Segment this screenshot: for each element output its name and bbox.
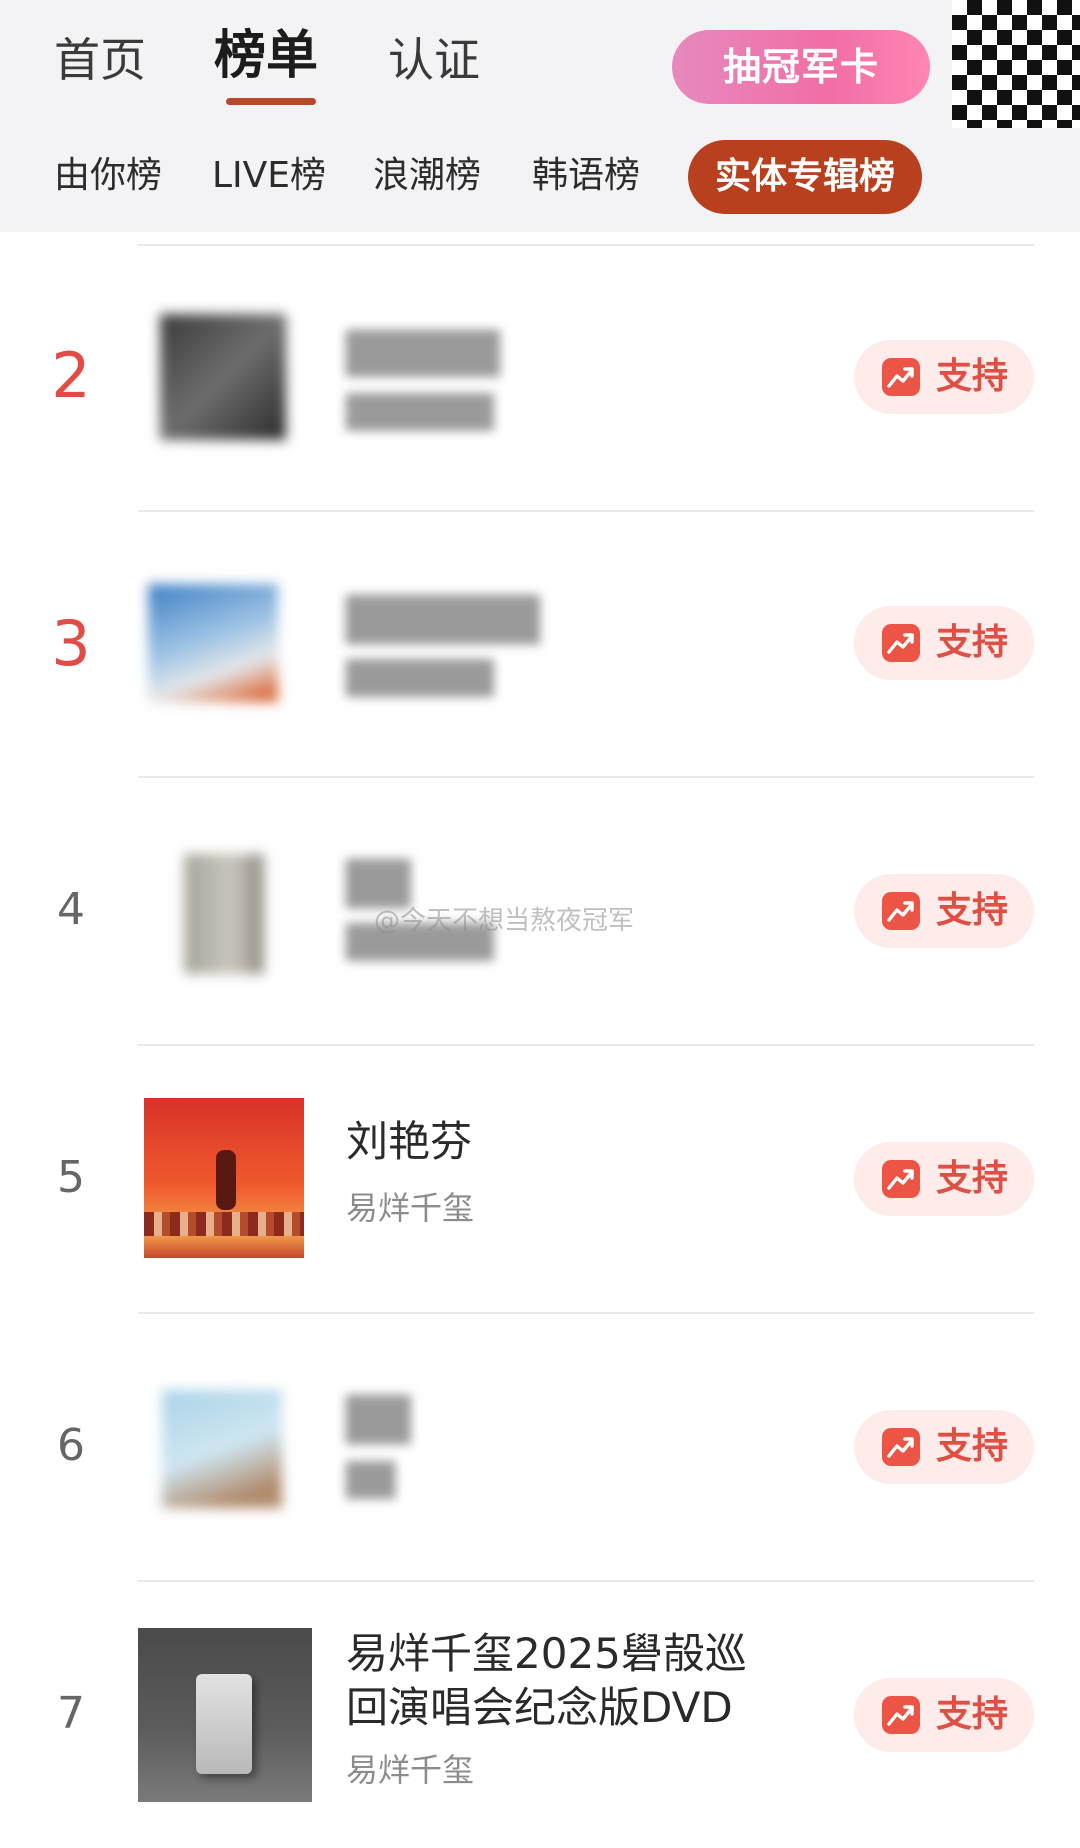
tab-charts[interactable]: 榜单 (214, 26, 318, 86)
trend-up-icon (882, 358, 920, 396)
rank-number: 3 (51, 607, 91, 680)
trend-up-icon (882, 1160, 920, 1198)
trend-up-icon (882, 624, 920, 662)
subtab-youni-chart[interactable]: 由你榜 (54, 150, 162, 202)
trend-up-icon (882, 1696, 920, 1734)
subtab-wave-chart[interactable]: 浪潮榜 (373, 150, 481, 202)
chart-row[interactable]: 7 易烊千玺2025礐㱿巡 回演唱会纪念版DVD 易烊千玺 支持 (0, 1582, 1080, 1848)
album-cover[interactable] (148, 584, 278, 702)
subtab-physical-album-chart[interactable]: 实体专辑榜 (688, 140, 922, 214)
album-title: ██ (346, 859, 411, 908)
chart-row[interactable]: 3 ██████ ██████ 支持 (0, 512, 1080, 778)
trend-up-icon (882, 1428, 920, 1466)
album-title-line2: 回演唱会纪念版DVD (346, 1683, 733, 1732)
album-title-line1: 易烊千玺2025礐㱿巡 (346, 1629, 747, 1678)
support-label: 支持 (936, 1426, 1009, 1467)
avatar[interactable] (952, 0, 1080, 128)
cover-pattern (144, 1212, 304, 1236)
draw-champion-card-button[interactable]: 抽冠军卡 (672, 30, 930, 104)
support-label: 支持 (936, 890, 1009, 931)
album-artist: 易烊千玺 (346, 1189, 475, 1227)
chart-row[interactable]: 5 刘艳芬 易烊千玺 支持 (0, 1046, 1080, 1312)
album-artist: ██████ (346, 659, 494, 697)
weibo-watermark: @今天不想当熬夜冠军 (374, 906, 635, 936)
support-button[interactable]: 支持 (854, 340, 1034, 414)
tab-certification[interactable]: 认证 (388, 30, 480, 90)
subtab-live-chart[interactable]: LIVE榜 (212, 150, 326, 202)
album-cover[interactable] (184, 854, 264, 974)
trend-up-icon (882, 892, 920, 930)
support-label: 支持 (936, 356, 1009, 397)
album-cover[interactable] (138, 1628, 312, 1802)
album-title: ██████ (346, 595, 540, 644)
support-button[interactable]: 支持 (854, 874, 1034, 948)
subtab-korean-chart[interactable]: 韩语榜 (532, 150, 640, 202)
support-label: 支持 (936, 622, 1009, 663)
album-artist: ██████ (346, 393, 494, 431)
cover-box (196, 1674, 252, 1774)
support-button[interactable]: 支持 (854, 606, 1034, 680)
cover-figure (216, 1150, 236, 1210)
album-title: 刘艳芬 (346, 1117, 473, 1166)
rank-number: 7 (57, 1688, 85, 1739)
rank-number: 5 (57, 1152, 85, 1203)
album-title: ██ (346, 1395, 411, 1444)
chart-row[interactable]: 6 ██ ██ 支持 (0, 1314, 1080, 1580)
rank-number: 4 (57, 884, 85, 935)
top-header: 首页 榜单 认证 抽冠军卡 由你榜 LIVE榜 浪潮榜 韩语榜 实体专辑榜 (0, 0, 1080, 232)
support-button[interactable]: 支持 (854, 1410, 1034, 1484)
support-button[interactable]: 支持 (854, 1142, 1034, 1216)
chart-row[interactable]: 2 █████ ██████ 支持 (0, 244, 1080, 510)
rank-number: 6 (57, 1420, 85, 1471)
album-cover[interactable] (160, 314, 286, 440)
active-tab-indicator (226, 98, 316, 105)
album-cover[interactable] (144, 1098, 304, 1258)
album-title: █████ (346, 331, 500, 377)
album-artist: 易烊千玺 (346, 1751, 475, 1789)
rank-number: 2 (51, 339, 91, 412)
support-label: 支持 (936, 1158, 1009, 1199)
support-label: 支持 (936, 1694, 1009, 1735)
tab-home[interactable]: 首页 (54, 30, 146, 90)
album-cover[interactable] (162, 1390, 282, 1508)
album-artist: ██ (346, 1461, 396, 1499)
support-button[interactable]: 支持 (854, 1678, 1034, 1752)
